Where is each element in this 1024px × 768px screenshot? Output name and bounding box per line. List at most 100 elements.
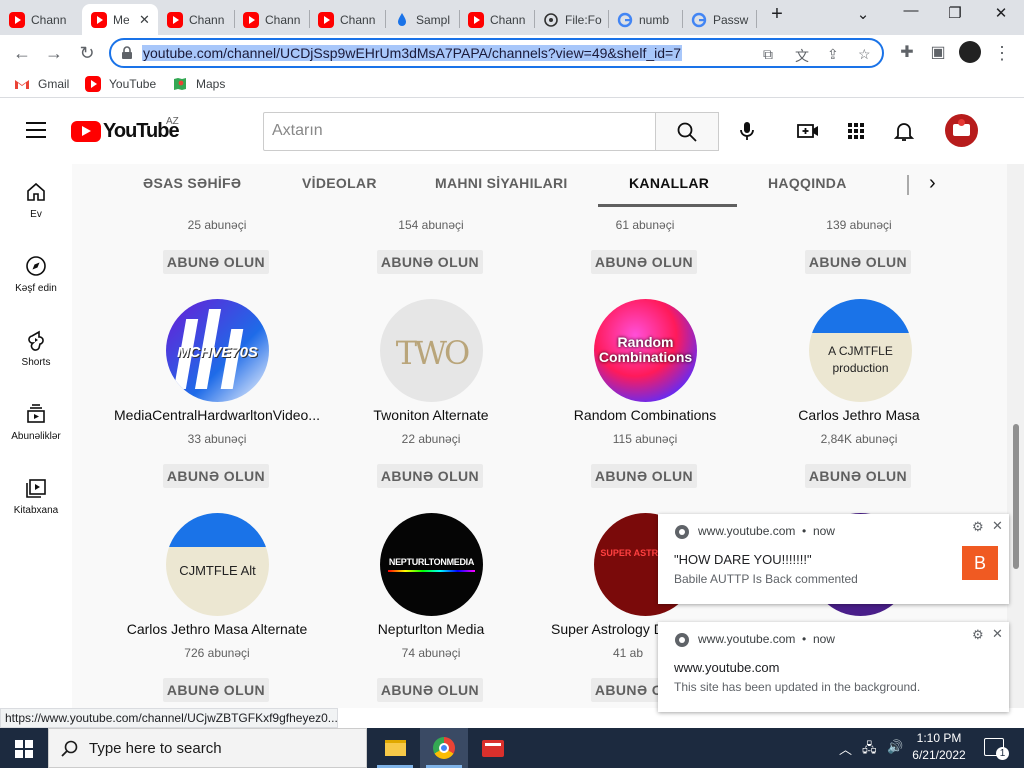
close-icon[interactable]: ✕ xyxy=(992,518,1003,534)
channel-name[interactable]: Nepturlton Media xyxy=(324,621,538,637)
browser-tab[interactable]: Sampl xyxy=(385,4,459,35)
youtube-icon xyxy=(318,11,334,28)
profile-avatar[interactable] xyxy=(959,41,981,63)
tray-chevron-icon[interactable]: ︿ xyxy=(839,739,852,758)
channel-avatar[interactable]: MCHVE70S xyxy=(166,299,269,402)
share-icon[interactable]: ⇪ xyxy=(827,46,839,63)
file-explorer-icon[interactable] xyxy=(371,728,419,768)
chevron-right-icon[interactable]: › xyxy=(929,172,936,195)
browser-tab[interactable]: numb xyxy=(608,4,682,35)
search-button[interactable] xyxy=(655,112,719,151)
notifications-bell-icon[interactable] xyxy=(892,119,916,143)
channel-name[interactable]: Carlos Jethro Masa Alternate xyxy=(110,621,324,637)
subscribe-button[interactable]: ABUNƏ OLUN xyxy=(591,464,697,488)
youtube-logo[interactable]: YouTube xyxy=(71,120,180,143)
tab-channels[interactable]: KANALLAR xyxy=(629,175,709,191)
browser-tab[interactable]: Chann xyxy=(158,4,234,35)
page-scrollbar[interactable] xyxy=(1007,164,1024,708)
tab-about[interactable]: HAQQINDA xyxy=(768,175,847,191)
create-video-icon[interactable] xyxy=(796,119,820,143)
channel-name[interactable]: Random Combinations xyxy=(538,407,752,423)
translate-icon[interactable]: 文 xyxy=(795,46,809,66)
url-text[interactable]: youtube.com/channel/UCDjSsp9wEHrUm3dMsA7… xyxy=(142,45,682,61)
subscribe-button[interactable]: ABUNƏ OLUN xyxy=(377,250,483,274)
apps-grid-icon[interactable] xyxy=(844,119,868,143)
sidebar-item-shorts[interactable]: Shorts xyxy=(0,329,72,368)
channel-name[interactable]: Carlos Jethro Masa xyxy=(752,407,966,423)
close-window-button[interactable]: ✕ xyxy=(986,4,1016,22)
channel-avatar[interactable]: CJMTFLE Alt xyxy=(166,513,269,616)
channel-avatar[interactable]: Random Combinations xyxy=(594,299,697,402)
close-tab-icon[interactable]: ✕ xyxy=(139,12,150,28)
account-avatar[interactable] xyxy=(945,114,978,147)
subscribe-button[interactable]: ABUNƏ OLUN xyxy=(377,464,483,488)
subscribe-button[interactable]: ABUNƏ OLUN xyxy=(805,464,911,488)
action-center-icon[interactable]: 1 xyxy=(984,738,1009,760)
new-tab-button[interactable]: + xyxy=(762,3,792,26)
compass-icon xyxy=(26,256,46,276)
bookmark-maps[interactable]: Maps xyxy=(172,76,225,92)
minimize-button[interactable]: — xyxy=(896,2,926,19)
notification-popup[interactable]: www.youtube.com • now ⚙ ✕ "HOW DARE YOU!… xyxy=(658,514,1009,604)
lock-icon[interactable] xyxy=(121,46,133,60)
subscribe-button[interactable]: ABUNƏ OLUN xyxy=(377,678,483,702)
chrome-taskbar-icon[interactable] xyxy=(420,728,468,768)
subscriber-count: 115 abunəçi xyxy=(612,432,678,446)
taskbar-search-input[interactable]: Type here to search xyxy=(48,728,367,768)
notification-popup[interactable]: www.youtube.com • now ⚙ ✕ www.youtube.co… xyxy=(658,622,1009,712)
channel-avatar[interactable]: NEPTURLTONMEDIA xyxy=(380,513,483,616)
back-icon[interactable]: ← xyxy=(10,41,34,65)
toolbox-app-icon[interactable] xyxy=(469,728,517,768)
restore-button[interactable]: ❐ xyxy=(940,4,970,22)
sidebar-item-home[interactable]: Ev xyxy=(0,181,72,220)
tab-home[interactable]: ƏSAS SƏHİFƏ xyxy=(143,175,241,191)
browser-tab[interactable]: Passw xyxy=(682,4,756,35)
youtube-icon xyxy=(85,76,101,92)
subscribe-button[interactable]: ABUNƏ OLUN xyxy=(591,250,697,274)
subscriber-count: 25 abunəçi xyxy=(187,218,247,232)
browser-tab[interactable]: Chann xyxy=(309,4,385,35)
address-bar[interactable]: youtube.com/channel/UCDjSsp9wEHrUm3dMsA7… xyxy=(109,38,884,68)
forward-icon[interactable]: → xyxy=(42,41,66,65)
subscribe-button[interactable]: ABUNƏ OLUN xyxy=(163,464,269,488)
bookmark-star-icon[interactable]: ☆ xyxy=(858,46,871,63)
channel-name[interactable]: Super Astrology D xyxy=(551,621,671,637)
sidebar-item-library[interactable]: Kitabxana xyxy=(0,477,72,516)
subscribe-button[interactable]: ABUNƏ OLUN xyxy=(805,250,911,274)
hamburger-menu-icon[interactable] xyxy=(26,122,46,138)
subscribe-button[interactable]: ABUNƏ OLUN xyxy=(163,250,269,274)
settings-gear-icon[interactable]: ⚙ xyxy=(972,519,984,535)
windows-start-icon[interactable] xyxy=(15,740,33,758)
browser-tab[interactable]: Chann xyxy=(0,4,82,35)
tab-search-icon[interactable]: ⌄ xyxy=(848,5,878,23)
channel-avatar[interactable]: TWO xyxy=(380,299,483,402)
scrollbar-thumb[interactable] xyxy=(1013,424,1019,569)
extensions-icon[interactable]: ✚ xyxy=(895,41,919,65)
browser-tab-active[interactable]: Me ✕ xyxy=(82,4,158,35)
sidebar-item-explore[interactable]: Kəşf edin xyxy=(0,255,72,294)
network-icon[interactable]: 🖧 xyxy=(862,739,877,761)
menu-dots-icon[interactable]: ⋮ xyxy=(990,41,1014,65)
browser-tab[interactable]: Chann xyxy=(234,4,309,35)
browser-tab[interactable]: Chann xyxy=(459,4,534,35)
search-input[interactable]: Axtarın xyxy=(263,112,656,151)
close-icon[interactable]: ✕ xyxy=(992,626,1003,642)
channel-name[interactable]: Twoniton Alternate xyxy=(324,407,538,423)
tab-videos[interactable]: VİDEOLAR xyxy=(302,175,377,191)
tab-playlists[interactable]: MAHNI SİYAHILARI xyxy=(435,175,568,191)
settings-gear-icon[interactable]: ⚙ xyxy=(972,627,984,643)
side-panel-icon[interactable]: ▣ xyxy=(926,41,950,65)
volume-icon[interactable]: 🔊 xyxy=(887,739,903,755)
bookmark-youtube[interactable]: YouTube xyxy=(85,76,156,92)
bookmark-gmail[interactable]: Gmail xyxy=(14,76,69,92)
subscribe-button[interactable]: ABUNƏ OLUN xyxy=(163,678,269,702)
sidebar-item-subscriptions[interactable]: Abunəliklər xyxy=(0,403,72,442)
channel-name[interactable]: MediaCentralHardwarltonVideo... xyxy=(110,407,324,423)
reload-icon[interactable]: ↻ xyxy=(75,41,99,65)
channel-avatar[interactable]: A CJMTFLE production xyxy=(809,299,912,402)
browser-tab[interactable]: File:Fo xyxy=(534,4,608,35)
open-in-app-icon[interactable]: ⧉ xyxy=(763,46,773,63)
clock[interactable]: 1:10 PM 6/21/2022 xyxy=(906,731,972,762)
microphone-icon[interactable] xyxy=(735,119,759,143)
notification-body: Babile AUTTP Is Back commented xyxy=(674,572,858,586)
